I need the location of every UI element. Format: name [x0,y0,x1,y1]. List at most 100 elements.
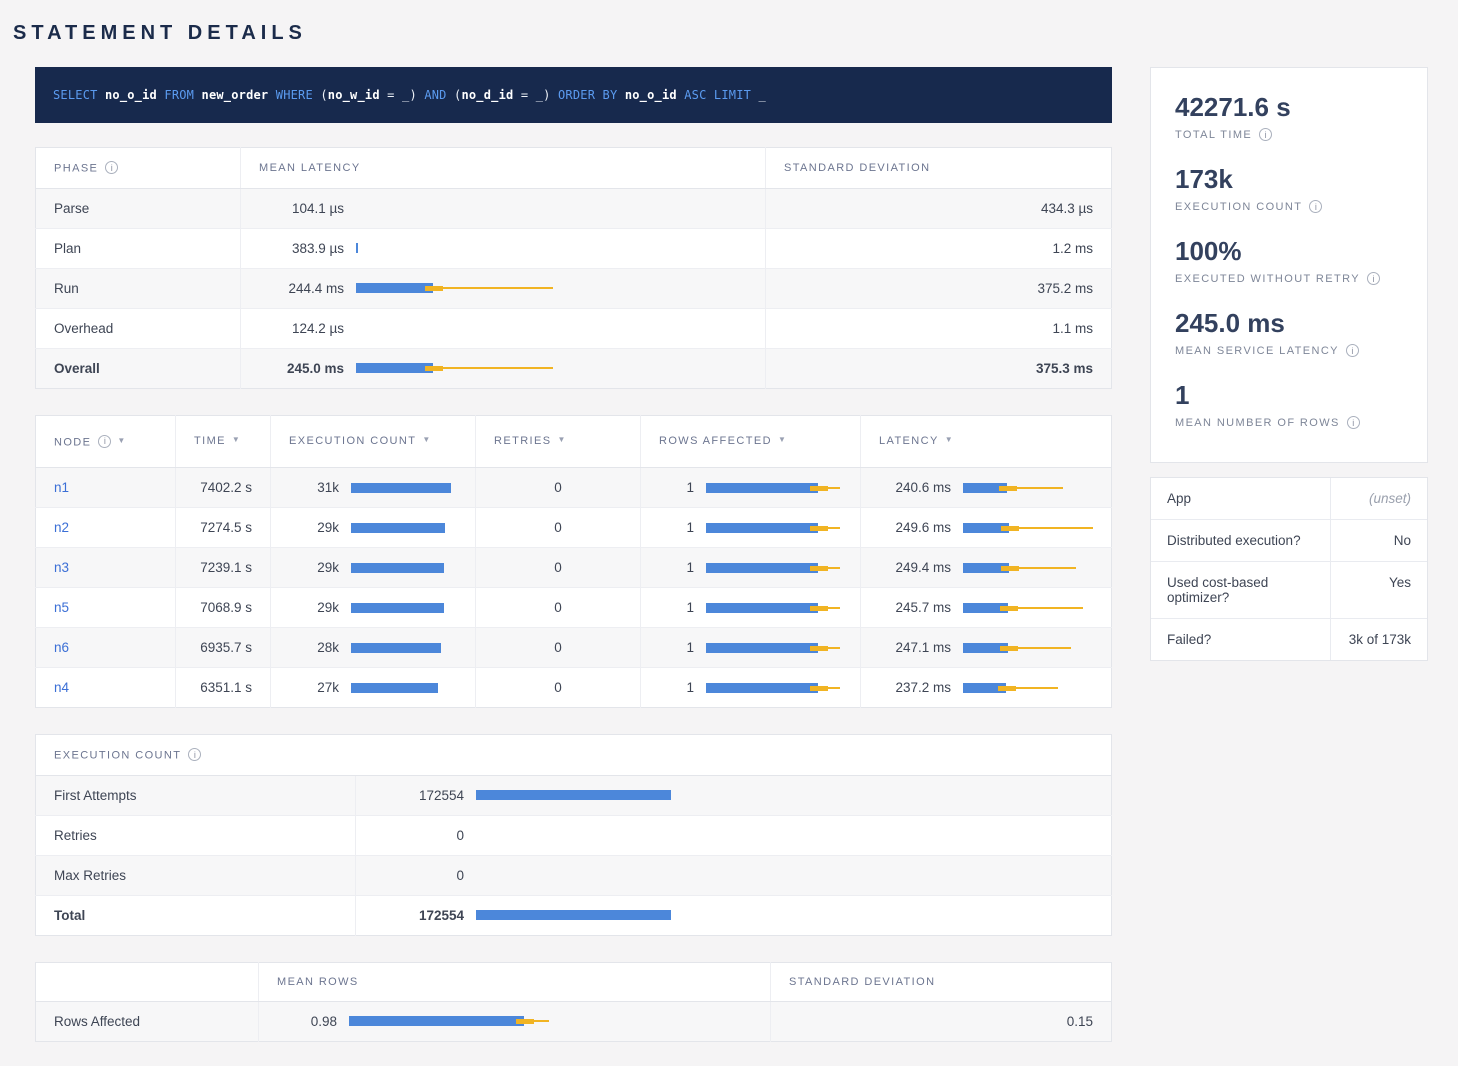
execution-count-column-header[interactable]: EXECUTION COUNT▼ [271,415,476,468]
stddev-mark [425,286,443,291]
execution-row-first-attempts: First Attempts 172554 [36,775,1112,815]
latency-bar [356,282,747,294]
node-link[interactable]: n6 [54,640,69,655]
bar-fill [706,683,818,693]
node-latency: 245.7 ms [879,600,951,615]
node-link[interactable]: n5 [54,600,69,615]
rows-affected-bar [706,562,842,574]
summary-sidebar: 42271.6 s TOTAL TIMEi 173k EXECUTION COU… [1150,67,1428,661]
retries-column-header[interactable]: RETRIES▼ [476,415,641,468]
stat-total-time: 42271.6 s TOTAL TIMEi [1175,92,1403,141]
rows-affected-bar [706,602,842,614]
sort-arrow-icon[interactable]: ▼ [557,435,566,444]
rows-affected-column-header[interactable]: ROWS AFFECTED ▼ [641,415,861,468]
node-rows-affected: 1 [659,480,694,495]
info-icon[interactable]: i [105,161,118,174]
latency-bar [963,522,1093,534]
mean-latency-value: 245.0 ms [259,361,344,376]
mean-latency-value: 104.1 µs [259,201,344,216]
detail-label: Failed? [1151,619,1331,660]
node-time: 7068.9 s [176,588,271,628]
execution-row-retries: Retries 0 [36,815,1112,855]
node-table: NODEi▼ TIME▼ EXECUTION COUNT▼ RETRIES▼ R… [35,415,1112,709]
execution-count-title-label: EXECUTION COUNT [54,750,181,762]
sort-arrow-icon[interactable]: ▼ [422,435,431,444]
stddev-mark [1000,646,1018,651]
stddev-mark [810,566,828,571]
detail-row-app: App (unset) [1151,478,1427,519]
stat-mean-number-of-rows: 1 MEAN NUMBER OF ROWSi [1175,380,1403,429]
node-row: n1 7402.2 s 31k 0 1 240.6 ms [36,468,1112,508]
bar-fill [349,1016,524,1026]
latency-bar [963,562,1093,574]
phase-row-plan: Plan 383.9 µs 1.2 ms [36,228,1112,268]
info-icon[interactable]: i [1347,416,1360,429]
node-link[interactable]: n4 [54,680,69,695]
node-latency: 247.1 ms [879,640,951,655]
stddev-mark [810,686,828,691]
detail-label: Distributed execution? [1151,520,1331,561]
latency-bar [963,682,1093,694]
bar-fill [356,243,358,253]
node-row: n5 7068.9 s 29k 0 1 245.7 ms [36,588,1112,628]
bar-fill [963,523,1009,533]
detail-label: Used cost-based optimizer? [1151,562,1331,618]
info-icon[interactable]: i [1309,200,1322,213]
stddev-mark [998,686,1016,691]
execution-row-label: Max Retries [36,855,356,895]
node-rows-affected: 1 [659,680,694,695]
detail-label: App [1151,478,1331,519]
stat-label: MEAN SERVICE LATENCY [1175,345,1339,357]
statement-query-bar: SELECT no_o_id FROM new_order WHERE (no_… [35,67,1112,123]
mean-latency-value: 383.9 µs [259,241,344,256]
info-icon[interactable]: i [1259,128,1272,141]
stddev-mark [1001,526,1019,531]
bar-fill [356,283,433,293]
rows-affected-bar [706,682,842,694]
node-column-header[interactable]: NODEi▼ [36,415,176,468]
phase-row-run: Run 244.4 ms 375.2 ms [36,268,1112,308]
sort-arrow-icon[interactable]: ▼ [945,435,954,444]
sort-arrow-icon[interactable]: ▼ [232,435,241,444]
sql-keyword: WHERE [276,88,321,102]
node-exec-count: 29k [289,560,339,575]
summary-card: 42271.6 s TOTAL TIMEi 173k EXECUTION COU… [1150,67,1428,463]
node-row: n4 6351.1 s 27k 0 1 237.2 ms [36,668,1112,708]
sql-keyword: ASC LIMIT [684,88,758,102]
sql-keyword: SELECT [53,88,105,102]
node-link[interactable]: n1 [54,480,69,495]
stat-label: MEAN NUMBER OF ROWS [1175,417,1340,429]
phase-label: Parse [36,188,241,228]
execution-row-max-retries: Max Retries 0 [36,855,1112,895]
stddev-column-header: STANDARD DEVIATION [771,962,1112,1001]
latency-column-header[interactable]: LATENCY▼ [861,415,1112,468]
info-icon[interactable]: i [98,435,111,448]
node-link[interactable]: n2 [54,520,69,535]
exec-count-bar [351,642,457,654]
node-time: 6935.7 s [176,628,271,668]
exec-count-bar [351,682,457,694]
node-rows-affected: 1 [659,640,694,655]
phase-label: Plan [36,228,241,268]
stddev-value: 1.2 ms [766,228,1112,268]
node-rows-affected: 1 [659,520,694,535]
latency-bar [963,482,1093,494]
stddev-value: 0.15 [771,1001,1112,1041]
bar-fill [476,790,671,800]
info-icon[interactable]: i [1367,272,1380,285]
info-icon[interactable]: i [188,748,201,761]
stddev-value: 375.2 ms [766,268,1112,308]
node-exec-count: 31k [289,480,339,495]
sql-keyword: ORDER BY [558,88,625,102]
node-link[interactable]: n3 [54,560,69,575]
bar-fill [351,603,444,613]
sort-arrow-icon[interactable]: ▼ [778,435,787,444]
info-icon[interactable]: i [1346,344,1359,357]
bar-fill [351,483,451,493]
bar-fill [706,483,818,493]
rows-affected-header-label: ROWS AFFECTED [659,435,772,447]
latency-bar [963,602,1093,614]
sort-arrow-icon[interactable]: ▼ [117,436,126,445]
time-column-header[interactable]: TIME▼ [176,415,271,468]
stat-execution-count: 173k EXECUTION COUNTi [1175,164,1403,213]
